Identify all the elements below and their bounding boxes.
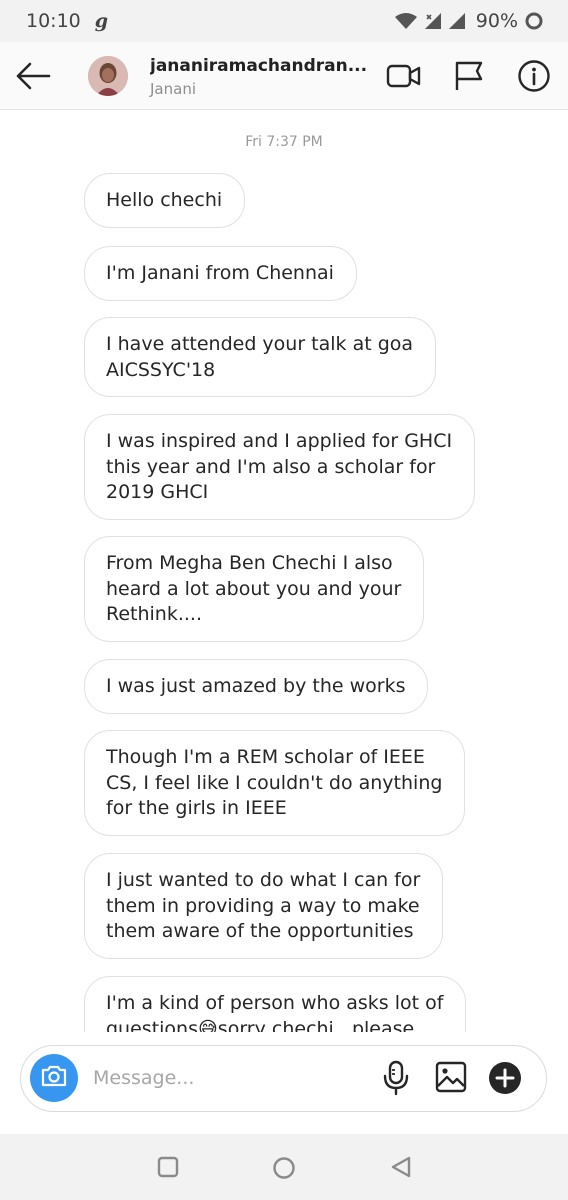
recents-button[interactable] — [157, 1156, 179, 1182]
system-nav-bar — [0, 1134, 568, 1200]
no-sim-icon — [424, 12, 442, 30]
video-call-button[interactable] — [386, 60, 422, 96]
wifi-icon — [394, 12, 418, 30]
status-bar: 10:10 g 90% — [0, 0, 568, 42]
battery-ring-icon — [524, 11, 544, 31]
camera-button[interactable] — [30, 1054, 78, 1102]
avatar[interactable] — [88, 56, 128, 96]
message-composer — [20, 1045, 547, 1112]
flag-icon — [453, 61, 485, 96]
flag-button[interactable] — [453, 60, 485, 96]
message-bubble[interactable]: Hello chechi — [84, 173, 246, 228]
message-list[interactable]: Hello chechi I'm Janani from Chennai I h… — [0, 170, 568, 1032]
message-input[interactable] — [93, 1064, 353, 1092]
back-arrow-icon — [14, 62, 52, 98]
system-back-button[interactable] — [390, 1156, 412, 1182]
app-notification-glyph: g — [94, 10, 109, 32]
message-bubble[interactable]: From Megha Ben Chechi I also heard a lot… — [84, 536, 425, 642]
info-button[interactable] — [517, 59, 551, 97]
message-bubble[interactable]: I'm Janani from Chennai — [84, 246, 357, 301]
video-call-icon — [386, 64, 422, 96]
battery-percent: 90% — [475, 10, 518, 32]
home-button[interactable] — [272, 1156, 296, 1184]
chat-header: jananiramachandran... Janani — [0, 42, 568, 110]
message-bubble[interactable]: I have attended your talk at goa AICSSYC… — [84, 317, 437, 397]
add-button[interactable] — [488, 1061, 522, 1099]
message-timestamp: Fri 7:37 PM — [245, 134, 323, 150]
status-right: 90% — [394, 10, 544, 32]
signal-icon — [448, 12, 466, 30]
add-icon — [488, 1062, 522, 1099]
message-bubble[interactable]: I was inspired and I applied for GHCI th… — [84, 414, 476, 520]
back-icon — [390, 1156, 412, 1182]
gallery-button[interactable] — [435, 1061, 467, 1097]
back-button[interactable] — [14, 58, 52, 94]
status-time: 10:10 — [26, 10, 81, 32]
status-left: 10:10 g — [26, 10, 108, 32]
home-icon — [272, 1157, 296, 1184]
contact-username[interactable]: jananiramachandran... — [150, 56, 370, 76]
contact-display-name: Janani — [150, 80, 196, 98]
message-bubble[interactable]: I'm a kind of person who asks lot of que… — [84, 976, 467, 1032]
recents-icon — [157, 1156, 179, 1182]
camera-icon — [40, 1064, 68, 1092]
microphone-icon — [382, 1060, 410, 1100]
message-bubble[interactable]: Though I'm a REM scholar of IEEE CS, I f… — [84, 730, 466, 836]
message-bubble[interactable]: I was just amazed by the works — [84, 659, 429, 714]
message-bubble[interactable]: I just wanted to do what I can for them … — [84, 853, 444, 959]
gallery-icon — [435, 1061, 467, 1097]
info-icon — [517, 60, 551, 97]
voice-message-button[interactable] — [382, 1060, 410, 1100]
